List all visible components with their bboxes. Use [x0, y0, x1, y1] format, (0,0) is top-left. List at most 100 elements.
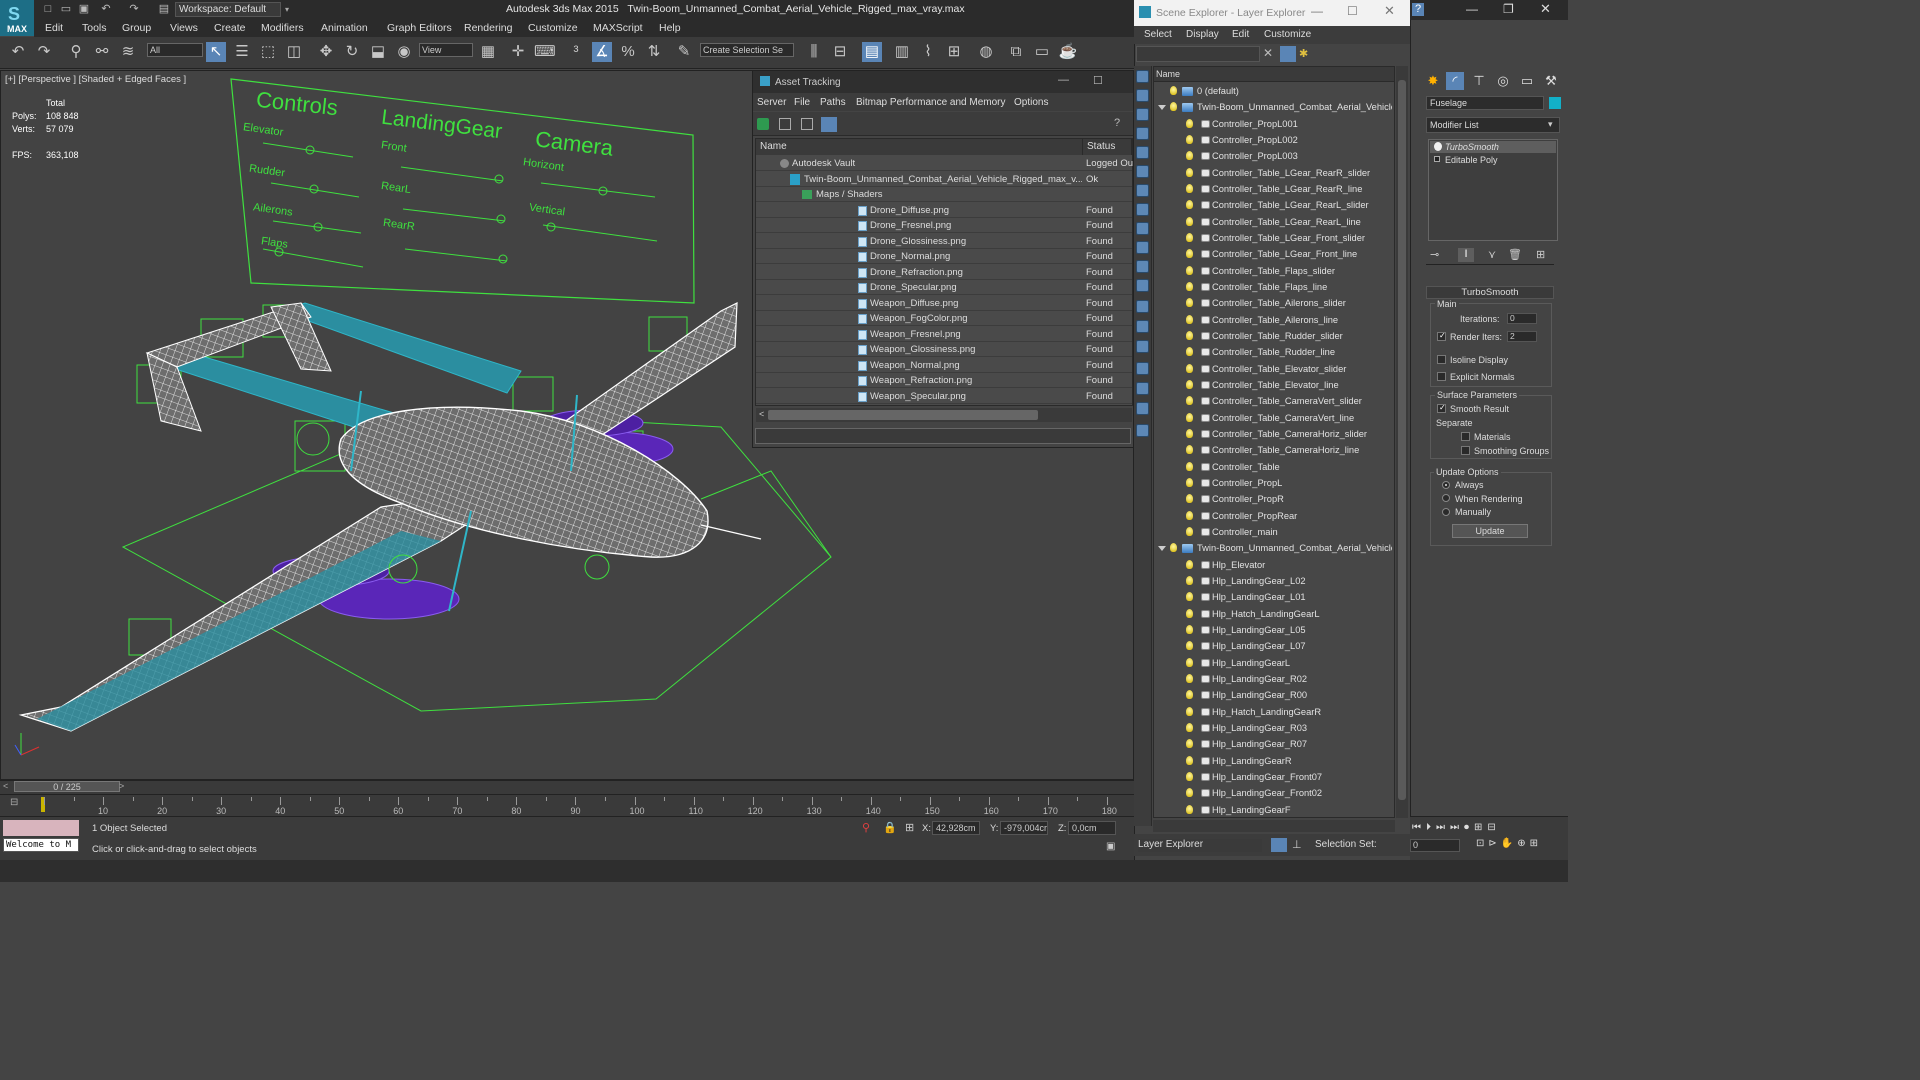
menu-customize[interactable]: Customize	[528, 22, 578, 34]
hide-toggle-icon[interactable]	[1186, 412, 1193, 422]
freeze-toggle-icon[interactable]	[1201, 478, 1210, 487]
freeze-toggle-icon[interactable]	[1201, 233, 1210, 242]
menu-tools[interactable]: Tools	[82, 22, 107, 34]
hide-toggle-icon[interactable]	[1186, 232, 1193, 242]
freeze-toggle-icon[interactable]	[1201, 462, 1210, 471]
window-crossing-icon[interactable]: ◫	[284, 42, 304, 62]
hide-toggle-icon[interactable]	[1186, 673, 1193, 683]
move-icon[interactable]: ✥	[316, 42, 336, 62]
hide-toggle-icon[interactable]	[1186, 298, 1193, 308]
viewport-nav-icon[interactable]: ⊡⊳✋⊕⊞	[1476, 838, 1542, 849]
reference-coord-dropdown[interactable]: View	[419, 43, 473, 57]
hide-toggle-icon[interactable]	[1186, 771, 1193, 781]
freeze-toggle-icon[interactable]	[1201, 429, 1210, 438]
hide-toggle-icon[interactable]	[1186, 330, 1193, 340]
z-coordinate-field[interactable]: 0,0cm	[1068, 821, 1116, 835]
filter-icon[interactable]	[1136, 340, 1149, 353]
menu-help[interactable]: Help	[659, 22, 681, 34]
hide-toggle-icon[interactable]	[1186, 559, 1193, 569]
hide-toggle-icon[interactable]	[1186, 690, 1193, 700]
hide-toggle-icon[interactable]	[1186, 755, 1193, 765]
hide-toggle-icon[interactable]	[1186, 592, 1193, 602]
hide-toggle-icon[interactable]	[1170, 102, 1177, 112]
workspace-dropdown[interactable]: Workspace: Default	[175, 2, 281, 17]
hide-toggle-icon[interactable]	[1186, 477, 1193, 487]
snaps-toggle-icon[interactable]: ³	[566, 42, 586, 62]
object-name-field[interactable]: Fuselage	[1426, 96, 1544, 110]
menu-rendering[interactable]: Rendering	[464, 22, 512, 34]
explorer-type-dropdown[interactable]: Layer Explorer	[1138, 839, 1262, 852]
filter-icon[interactable]	[1136, 89, 1149, 102]
render-iters-checkbox[interactable]	[1437, 331, 1446, 341]
find-icon[interactable]: ✱	[1299, 47, 1308, 60]
hide-toggle-icon[interactable]	[1186, 641, 1193, 651]
filter-icon[interactable]	[1136, 260, 1149, 273]
detail-view-icon[interactable]	[801, 118, 813, 130]
hide-toggle-icon[interactable]	[1186, 363, 1193, 373]
isolate-icon[interactable]: ⚲	[862, 821, 870, 834]
freeze-toggle-icon[interactable]	[1201, 282, 1210, 291]
open-file-icon[interactable]: ▭	[58, 2, 74, 17]
grid-setting-icon[interactable]: ▣	[1106, 841, 1120, 855]
hide-toggle-icon[interactable]	[1186, 608, 1193, 618]
menu-group[interactable]: Group	[122, 22, 151, 34]
render-production-icon[interactable]: ☕	[1058, 42, 1078, 62]
schematic-view-icon[interactable]: ⊞	[944, 42, 964, 62]
scene-explorer-icon[interactable]: ▤	[862, 42, 882, 62]
hide-toggle-icon[interactable]	[1186, 379, 1193, 389]
unlink-icon[interactable]: ⚯	[92, 42, 112, 62]
freeze-toggle-icon[interactable]	[1201, 217, 1210, 226]
modifier-list-chevron-icon[interactable]: ▾	[1548, 119, 1553, 130]
hide-toggle-icon[interactable]	[1186, 428, 1193, 438]
filter-icon[interactable]	[1136, 279, 1149, 292]
freeze-toggle-icon[interactable]	[1201, 201, 1210, 210]
absolute-mode-icon[interactable]: ⊞	[905, 821, 914, 834]
menu-edit[interactable]: Edit	[45, 22, 63, 34]
freeze-toggle-icon[interactable]	[1201, 658, 1210, 667]
asset-menu-options[interactable]: Options	[1014, 97, 1048, 108]
scene-maximize-icon[interactable]: ☐	[1347, 4, 1358, 18]
make-unique-icon[interactable]: ⋎	[1488, 248, 1496, 261]
freeze-toggle-icon[interactable]	[1201, 331, 1210, 340]
when-rendering-radio[interactable]	[1442, 494, 1450, 502]
layer-manager-icon[interactable]: ▥	[892, 42, 912, 62]
angle-snap-icon[interactable]: ∡	[592, 42, 612, 62]
freeze-toggle-icon[interactable]	[1201, 707, 1210, 716]
menu-animation[interactable]: Animation	[321, 22, 368, 34]
explicit-normals-checkbox[interactable]	[1437, 372, 1446, 381]
hide-toggle-icon[interactable]	[1186, 396, 1193, 406]
scale-icon[interactable]: ⬓	[368, 42, 388, 62]
refresh-icon[interactable]	[757, 118, 769, 130]
filter-icon[interactable]	[1136, 320, 1149, 333]
freeze-toggle-icon[interactable]	[1201, 315, 1210, 324]
remove-modifier-icon[interactable]: 🗑	[1508, 248, 1522, 261]
smooth-result-checkbox[interactable]	[1437, 403, 1446, 413]
asset-menu-file[interactable]: File	[794, 97, 810, 108]
spinner-snap-icon[interactable]: ⇅	[644, 42, 664, 62]
sort-by-layer-icon[interactable]	[1271, 838, 1287, 852]
app-logo[interactable]: S MAX	[0, 0, 34, 36]
filter-icon[interactable]	[1136, 203, 1149, 216]
asset-maximize-icon[interactable]: ☐	[1093, 74, 1103, 87]
bind-spacewarp-icon[interactable]: ≋	[118, 42, 138, 62]
table-view-icon[interactable]	[821, 117, 837, 132]
hide-toggle-icon[interactable]	[1170, 543, 1177, 553]
freeze-toggle-icon[interactable]	[1201, 609, 1210, 618]
scene-hscrollbar[interactable]	[1153, 820, 1395, 832]
freeze-toggle-icon[interactable]	[1201, 576, 1210, 585]
freeze-toggle-icon[interactable]	[1201, 364, 1210, 373]
freeze-toggle-icon[interactable]	[1201, 397, 1210, 406]
asset-col-name[interactable]: Name	[756, 139, 1083, 155]
scene-col-name[interactable]: Name	[1154, 67, 1394, 82]
hide-toggle-icon[interactable]	[1186, 706, 1193, 716]
freeze-toggle-icon[interactable]	[1201, 772, 1210, 781]
asset-minimize-icon[interactable]: —	[1058, 74, 1069, 86]
display-tab-icon[interactable]: ▭	[1518, 72, 1536, 90]
filter-icon[interactable]	[1136, 424, 1149, 437]
undo-icon[interactable]: ↶	[98, 2, 114, 17]
hide-toggle-icon[interactable]	[1186, 624, 1193, 634]
hide-toggle-icon[interactable]	[1186, 183, 1193, 193]
motion-tab-icon[interactable]: ◎	[1494, 72, 1512, 90]
selection-filter-dropdown[interactable]: All	[147, 43, 203, 57]
stack-item-turbosmooth[interactable]: TurboSmooth	[1430, 141, 1556, 153]
